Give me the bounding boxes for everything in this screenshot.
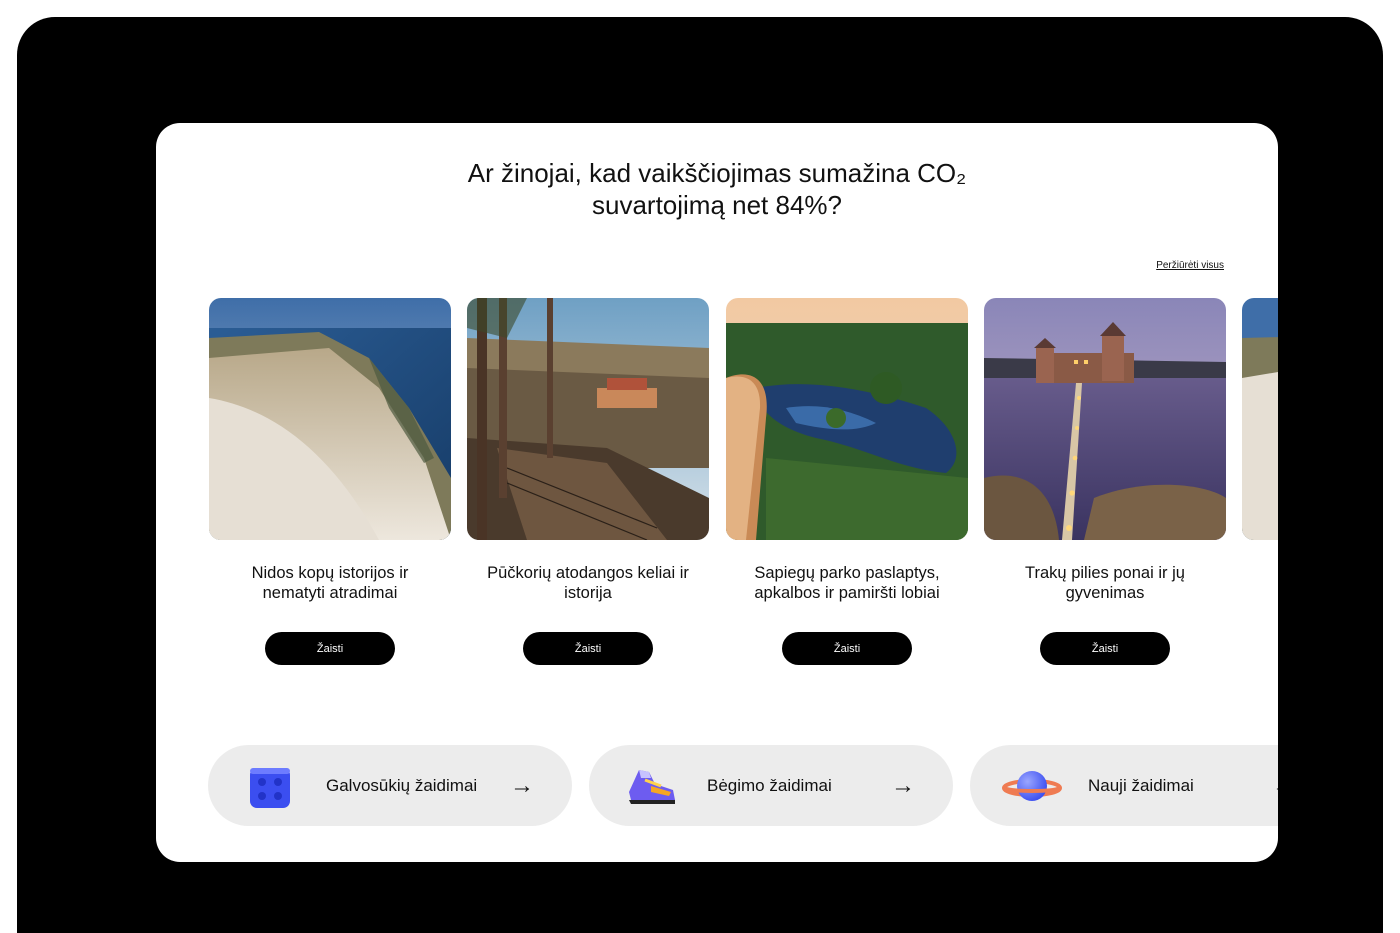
tour-card-partial[interactable] [1242,298,1278,540]
category-label: Bėgimo žaidimai [707,775,832,795]
tour-image-lake-park[interactable] [726,298,968,540]
view-all-link[interactable]: Peržiūrėti visus [1156,260,1224,271]
play-button[interactable]: Žaisti [523,632,653,665]
category-new-games[interactable]: Nauji žaidimai → [970,745,1278,826]
category-label: Nauji žaidimai [1088,775,1194,795]
tour-image-forest-stairs[interactable] [467,298,709,540]
play-button[interactable]: Žaisti [265,632,395,665]
play-button[interactable]: Žaisti [782,632,912,665]
page-title-line-1: Ar žinojai, kad vaikščiojimas sumažina C… [467,158,967,188]
tour-image-dunes-partial[interactable] [1242,298,1278,540]
page-title-line-2: suvartojimą net 84%? [591,190,843,220]
arrow-right-icon: → [1272,773,1278,798]
tour-card[interactable]: Sapiegų parko paslaptys, apkalbos ir pam… [726,298,968,665]
sneaker-icon [629,769,675,804]
tour-image-castle[interactable] [984,298,1226,540]
tour-card[interactable]: Trakų pilies ponai ir jų gyvenimas Žaist… [984,298,1226,665]
planet-icon [1002,770,1062,801]
lego-brick-icon [250,767,290,808]
arrow-right-icon: → [510,771,534,799]
arrow-right-icon: → [891,771,915,799]
tour-card[interactable]: Pūčkorių atodangos keliai ir istorija Ža… [467,298,709,665]
page-title: Ar žinojai, kad vaikščiojimas sumažina C… [156,157,1278,221]
tour-title: Trakų pilies ponai ir jų gyvenimas [1025,564,1185,602]
tour-title: Sapiegų parko paslaptys, apkalbos ir pam… [754,564,940,602]
tour-title: Pūčkorių atodangos keliai ir istorija [487,564,689,602]
category-puzzle-games[interactable]: Galvosūkių žaidimai → [208,745,572,826]
tour-card[interactable]: Nidos kopų istorijos ir nematyti atradim… [209,298,451,665]
device-frame: Ar žinojai, kad vaikščiojimas sumažina C… [17,17,1383,933]
category-label: Galvosūkių žaidimai [326,775,478,795]
tour-title: Nidos kopų istorijos ir nematyti atradim… [251,564,409,602]
content-card: Ar žinojai, kad vaikščiojimas sumažina C… [156,123,1278,862]
category-running-games[interactable]: Bėgimo žaidimai → [589,745,953,826]
tour-image-dunes[interactable] [209,298,451,540]
play-button[interactable]: Žaisti [1040,632,1170,665]
